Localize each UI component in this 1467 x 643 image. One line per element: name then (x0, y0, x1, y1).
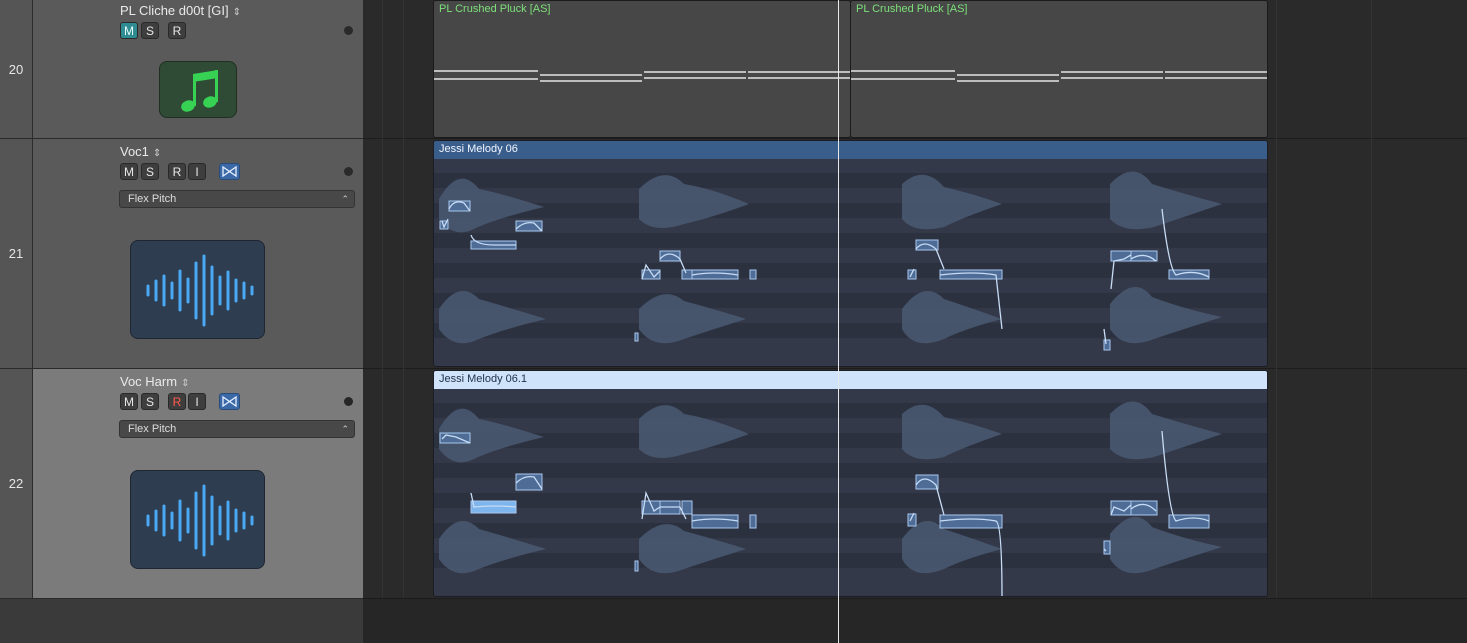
track-status-dot[interactable] (344, 26, 353, 35)
bar-gridline (403, 0, 404, 598)
track-number: 21 (0, 139, 33, 368)
region-header[interactable] (434, 141, 1267, 159)
track-header-22[interactable]: 22 Voc Harm ⇕ M S R I Flex Pitch ⌃ (0, 369, 363, 599)
track-header-body[interactable]: Voc Harm ⇕ M S R I Flex Pitch ⌃ (33, 369, 363, 598)
arrange-area[interactable]: PL Crushed Pluck [AS] PL Crushed Pluck [… (363, 0, 1467, 643)
track-name-label: PL Cliche d00t [GI] (120, 3, 229, 18)
midi-notes (434, 70, 850, 82)
chevron-updown-icon: ⇕ (232, 7, 242, 18)
track-header-20[interactable]: 20 PL Cliche d00t [GI] ⇕ M S R (0, 0, 363, 139)
track-name-label: Voc Harm (120, 374, 178, 389)
mute-button[interactable]: M (120, 393, 138, 410)
track-number: 20 (0, 0, 33, 138)
track-number: 22 (0, 369, 33, 598)
track-name-label: Voc1 (120, 144, 149, 159)
chevron-updown-icon: ⇕ (152, 148, 162, 159)
flex-pitch-editor[interactable] (434, 389, 1268, 597)
track-status-dot[interactable] (344, 167, 353, 176)
track-header-body[interactable]: Voc1 ⇕ M S R I Flex Pitch ⌃ (33, 139, 363, 368)
midi-notes (851, 70, 1267, 82)
track-header-column: 20 PL Cliche d00t [GI] ⇕ M S R 21 Voc1 ⇕… (0, 0, 363, 643)
bar-gridline (1371, 0, 1372, 598)
flex-toggle-icon[interactable] (219, 163, 240, 180)
chevron-updown-icon: ⌃ (341, 424, 349, 434)
track-header-21[interactable]: 21 Voc1 ⇕ M S R I Flex Pitch ⌃ (0, 139, 363, 369)
track-header-body[interactable]: PL Cliche d00t [GI] ⇕ M S R (33, 0, 363, 138)
waveform-icon[interactable] (130, 470, 265, 569)
flex-mode-value: Flex Pitch (128, 193, 177, 205)
region-header[interactable] (434, 371, 1267, 389)
flex-toggle-icon[interactable] (219, 393, 240, 410)
bar-gridline (382, 0, 383, 598)
solo-button[interactable]: S (141, 22, 159, 39)
flex-mode-value: Flex Pitch (128, 423, 177, 435)
audio-region[interactable]: Jessi Melody 06 (433, 140, 1268, 367)
playhead[interactable] (838, 0, 839, 643)
input-monitor-button[interactable]: I (188, 393, 206, 410)
track-name[interactable]: Voc Harm ⇕ (120, 374, 189, 389)
chevron-updown-icon: ⇕ (181, 378, 190, 389)
solo-button[interactable]: S (141, 393, 159, 410)
midi-region[interactable]: PL Crushed Pluck [AS] (433, 0, 851, 138)
track-status-dot[interactable] (344, 397, 353, 406)
mute-button[interactable]: M (120, 163, 138, 180)
header-empty-area (0, 599, 363, 643)
flex-mode-select[interactable]: Flex Pitch ⌃ (119, 190, 355, 208)
chevron-updown-icon: ⌃ (341, 194, 349, 204)
track-name[interactable]: PL Cliche d00t [GI] ⇕ (120, 3, 241, 18)
solo-button[interactable]: S (141, 163, 159, 180)
track-name[interactable]: Voc1 ⇕ (120, 144, 161, 159)
record-enable-button[interactable]: R (168, 163, 186, 180)
waveform-icon[interactable] (130, 240, 265, 339)
midi-region[interactable]: PL Crushed Pluck [AS] (850, 0, 1268, 138)
music-note-icon[interactable] (159, 61, 237, 118)
mute-button[interactable]: M (120, 22, 138, 39)
bar-gridline (1276, 0, 1277, 598)
region-title: Jessi Melody 06 (439, 143, 518, 155)
region-title: Jessi Melody 06.1 (439, 373, 528, 385)
input-monitor-button[interactable]: I (188, 163, 206, 180)
record-enable-button[interactable]: R (168, 22, 186, 39)
audio-region-selected[interactable]: Jessi Melody 06.1 (433, 370, 1268, 597)
flex-mode-select[interactable]: Flex Pitch ⌃ (119, 420, 355, 438)
record-enable-button[interactable]: R (168, 393, 186, 410)
flex-pitch-editor[interactable] (434, 159, 1268, 367)
